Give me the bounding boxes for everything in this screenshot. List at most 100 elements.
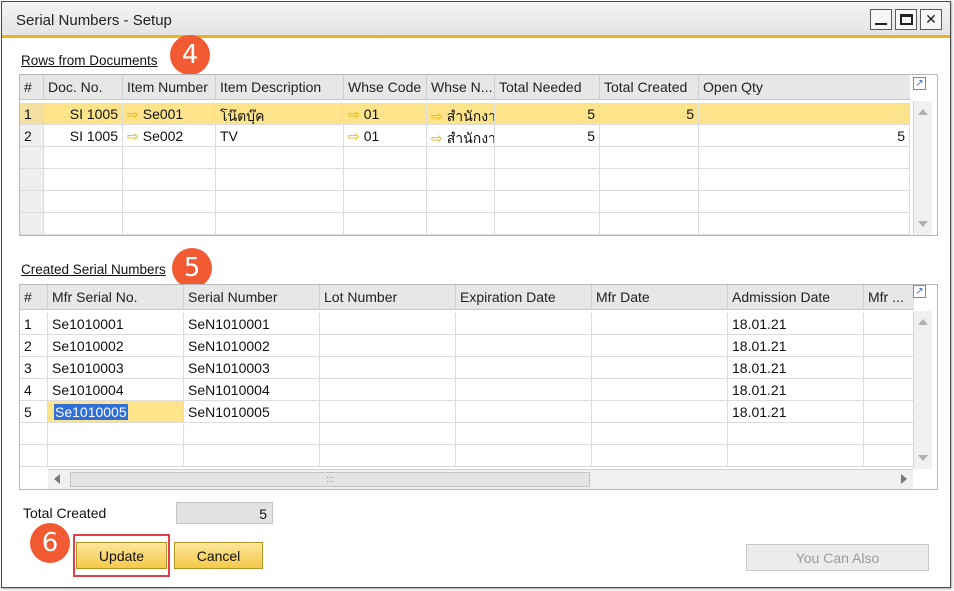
cell-whse-code[interactable]: ⇨ 01 xyxy=(344,103,427,125)
table-row[interactable]: 4 Se1010004 SeN1010004 18.01.21 xyxy=(20,379,914,401)
scroll-down-icon[interactable] xyxy=(918,221,928,227)
cell-item-description[interactable]: TV xyxy=(216,125,344,147)
col-header-number[interactable]: # xyxy=(20,285,48,310)
col-header-serial-number[interactable]: Serial Number xyxy=(184,285,320,310)
cell-whse-name[interactable]: ⇨ สำนักงา xyxy=(427,103,495,125)
table-row[interactable]: 5 Se1010005 SeN1010005 18.01.21 xyxy=(20,401,914,423)
expand-icon[interactable]: ↗ xyxy=(913,77,926,90)
cancel-button[interactable]: Cancel xyxy=(174,542,263,569)
cell-admission-date[interactable]: 18.01.21 xyxy=(728,357,864,379)
cell-lot-number[interactable] xyxy=(320,313,456,335)
cell-lot-number[interactable] xyxy=(320,379,456,401)
cell-lot-number[interactable] xyxy=(320,401,456,423)
rows-grid-header: # Doc. No. Item Number Item Description … xyxy=(20,75,910,100)
col-header-total-created[interactable]: Total Created xyxy=(600,75,699,100)
cell-admission-date[interactable]: 18.01.21 xyxy=(728,335,864,357)
col-header-whse-code[interactable]: Whse Code xyxy=(344,75,427,100)
cell-serial-number[interactable]: SeN1010002 xyxy=(184,335,320,357)
serials-grid-vscroll[interactable] xyxy=(913,311,932,469)
close-button[interactable]: ✕ xyxy=(920,9,942,30)
cell-total-needed[interactable]: 5 xyxy=(495,125,600,147)
you-can-also-button[interactable]: You Can Also xyxy=(746,544,929,571)
cell-lot-number[interactable] xyxy=(320,357,456,379)
cell-item-description[interactable]: โน๊ตบุ๊ค xyxy=(216,103,344,125)
cell-mfr-more[interactable] xyxy=(864,401,914,423)
link-arrow-icon[interactable]: ⇨ xyxy=(348,106,360,123)
cell-serial-number[interactable]: SeN1010005 xyxy=(184,401,320,423)
rows-grid-vscroll[interactable] xyxy=(913,101,932,235)
cell-mfr-serial[interactable]: Se1010004 xyxy=(48,379,184,401)
scroll-left-icon[interactable] xyxy=(54,474,60,484)
col-header-whse-name[interactable]: Whse N... xyxy=(427,75,495,100)
col-header-mfr-serial[interactable]: Mfr Serial No. xyxy=(48,285,184,310)
cell-mfr-more[interactable] xyxy=(864,357,914,379)
cell-mfr-serial[interactable]: Se1010001 xyxy=(48,313,184,335)
col-header-mfr-date[interactable]: Mfr Date xyxy=(592,285,728,310)
col-header-number[interactable]: # xyxy=(20,75,44,100)
cell-mfr-date[interactable] xyxy=(592,313,728,335)
col-header-item-description[interactable]: Item Description xyxy=(216,75,344,100)
link-arrow-icon[interactable]: ⇨ xyxy=(127,128,139,145)
col-header-total-needed[interactable]: Total Needed xyxy=(495,75,600,100)
serials-grid-hscroll[interactable]: ::: xyxy=(48,469,913,489)
cell-mfr-more[interactable] xyxy=(864,335,914,357)
col-header-doc-no[interactable]: Doc. No. xyxy=(44,75,123,100)
expand-icon[interactable]: ↗ xyxy=(913,285,926,298)
update-button[interactable]: Update xyxy=(76,542,167,569)
table-row[interactable]: 1 SI 1005 ⇨ Se001 โน๊ตบุ๊ค ⇨ 01 ⇨ สำนักงา 5… xyxy=(20,103,910,125)
cell-mfr-date[interactable] xyxy=(592,379,728,401)
cell-expiration-date[interactable] xyxy=(456,313,592,335)
cell-mfr-date[interactable] xyxy=(592,357,728,379)
col-header-admission-date[interactable]: Admission Date xyxy=(728,285,864,310)
cell-total-created[interactable]: 5 xyxy=(600,103,699,125)
cell-item-number[interactable]: ⇨ Se002 xyxy=(123,125,216,147)
cell-whse-name[interactable]: ⇨ สำนักงา xyxy=(427,125,495,147)
maximize-button[interactable] xyxy=(895,9,917,30)
cell-lot-number[interactable] xyxy=(320,335,456,357)
cell-mfr-date[interactable] xyxy=(592,335,728,357)
col-header-mfr-more[interactable]: Mfr ... xyxy=(864,285,914,310)
col-header-lot-number[interactable]: Lot Number xyxy=(320,285,456,310)
link-arrow-icon[interactable]: ⇨ xyxy=(431,108,443,124)
col-header-open-qty[interactable]: Open Qty xyxy=(699,75,910,100)
cell-doc-no[interactable]: SI 1005 xyxy=(44,103,123,125)
cell-total-created[interactable] xyxy=(600,125,699,147)
table-row[interactable]: 3 Se1010003 SeN1010003 18.01.21 xyxy=(20,357,914,379)
minimize-button[interactable] xyxy=(870,9,892,30)
cell-expiration-date[interactable] xyxy=(456,335,592,357)
cell-mfr-serial[interactable]: Se1010002 xyxy=(48,335,184,357)
cell-open-qty[interactable] xyxy=(699,103,910,125)
scroll-up-icon[interactable] xyxy=(918,319,928,325)
table-row[interactable]: 1 Se1010001 SeN1010001 18.01.21 xyxy=(20,313,914,335)
cell-mfr-more[interactable] xyxy=(864,313,914,335)
cell-expiration-date[interactable] xyxy=(456,401,592,423)
scroll-up-icon[interactable] xyxy=(918,109,928,115)
cell-serial-number[interactable]: SeN1010001 xyxy=(184,313,320,335)
cell-item-number[interactable]: ⇨ Se001 xyxy=(123,103,216,125)
col-header-item-number[interactable]: Item Number xyxy=(123,75,216,100)
cell-expiration-date[interactable] xyxy=(456,379,592,401)
cell-mfr-serial[interactable]: Se1010003 xyxy=(48,357,184,379)
cell-serial-number[interactable]: SeN1010003 xyxy=(184,357,320,379)
cell-admission-date[interactable]: 18.01.21 xyxy=(728,313,864,335)
link-arrow-icon[interactable]: ⇨ xyxy=(127,106,139,123)
scroll-down-icon[interactable] xyxy=(918,455,928,461)
link-arrow-icon[interactable]: ⇨ xyxy=(431,130,443,146)
col-header-expiration-date[interactable]: Expiration Date xyxy=(456,285,592,310)
cell-mfr-more[interactable] xyxy=(864,379,914,401)
scroll-right-icon[interactable] xyxy=(901,474,907,484)
cell-serial-number[interactable]: SeN1010004 xyxy=(184,379,320,401)
cell-admission-date[interactable]: 18.01.21 xyxy=(728,401,864,423)
cell-mfr-serial-active[interactable]: Se1010005 xyxy=(48,401,184,423)
table-row[interactable]: 2 SI 1005 ⇨ Se002 TV ⇨ 01 ⇨ สำนักงา 5 5 xyxy=(20,125,910,147)
hscroll-thumb[interactable]: ::: xyxy=(70,472,590,487)
cell-total-needed[interactable]: 5 xyxy=(495,103,600,125)
cell-mfr-date[interactable] xyxy=(592,401,728,423)
link-arrow-icon[interactable]: ⇨ xyxy=(348,128,360,145)
cell-open-qty[interactable]: 5 xyxy=(699,125,910,147)
cell-expiration-date[interactable] xyxy=(456,357,592,379)
table-row[interactable]: 2 Se1010002 SeN1010002 18.01.21 xyxy=(20,335,914,357)
cell-admission-date[interactable]: 18.01.21 xyxy=(728,379,864,401)
cell-doc-no[interactable]: SI 1005 xyxy=(44,125,123,147)
cell-whse-code[interactable]: ⇨ 01 xyxy=(344,125,427,147)
